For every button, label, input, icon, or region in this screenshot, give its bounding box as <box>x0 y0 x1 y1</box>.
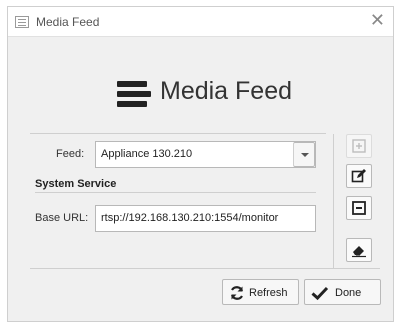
footer-divider <box>30 268 380 269</box>
done-button[interactable]: Done <box>304 279 381 305</box>
logo-title: Media Feed <box>160 77 293 105</box>
feed-label: Feed: <box>56 148 85 160</box>
window-title: Media Feed <box>36 15 100 29</box>
chevron-down-icon[interactable] <box>293 142 315 167</box>
plus-square-icon <box>352 139 366 153</box>
section-divider <box>35 192 316 193</box>
edit-icon <box>351 169 366 183</box>
minus-square-icon <box>352 201 366 215</box>
section-title: System Service <box>35 178 117 190</box>
edit-feed-button[interactable] <box>346 164 372 188</box>
refresh-button[interactable]: Refresh <box>222 279 299 305</box>
feed-select[interactable]: Appliance 130.210 <box>95 141 316 168</box>
base-url-label: Base URL: <box>35 212 89 224</box>
base-url-input[interactable]: rtsp://192.168.130.210:1554/monitor <box>95 205 316 232</box>
remove-feed-button[interactable] <box>346 196 372 220</box>
refresh-icon <box>230 286 244 300</box>
erase-button[interactable] <box>346 238 372 262</box>
window-icon <box>15 16 29 28</box>
media-feed-dialog: Media Feed ✕ Media Feed Feed: Appliance … <box>7 6 394 322</box>
done-label: Done <box>335 287 362 299</box>
feed-select-value: Appliance 130.210 <box>101 148 193 160</box>
vertical-divider <box>333 134 334 269</box>
eraser-icon <box>352 246 366 258</box>
divider <box>30 133 326 134</box>
check-icon <box>311 286 329 301</box>
logo-icon <box>117 81 151 107</box>
title-bar: Media Feed ✕ <box>8 7 393 37</box>
close-icon[interactable]: ✕ <box>370 11 385 31</box>
add-feed-button[interactable] <box>346 134 372 158</box>
refresh-label: Refresh <box>249 287 288 299</box>
